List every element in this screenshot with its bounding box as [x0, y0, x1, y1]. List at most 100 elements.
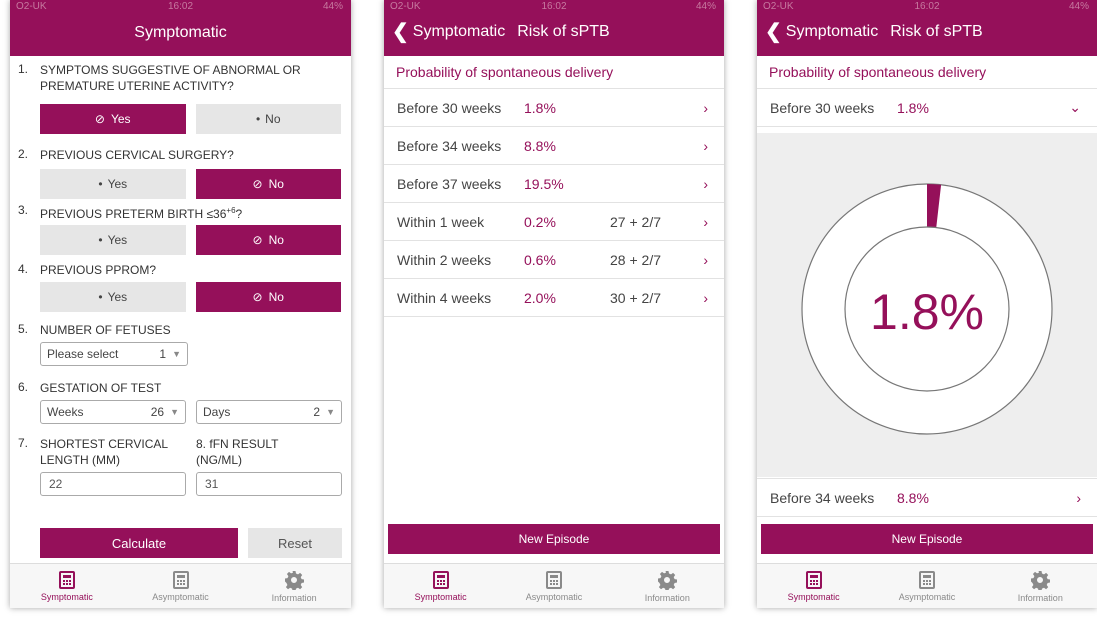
tab-label: Asymptomatic [525, 591, 583, 602]
calculator-icon [805, 570, 822, 589]
new-episode-button[interactable]: New Episode [761, 524, 1093, 554]
question-4: 4. PREVIOUS PPROM? • Yes ⊘ No [10, 260, 351, 318]
tab-asymptomatic[interactable]: Asymptomatic [870, 564, 983, 608]
risk-gauge: 1.8% [801, 183, 1053, 435]
tab-label: Information [271, 592, 317, 603]
battery-label: 44% [1068, 1, 1089, 12]
gear-icon [285, 570, 305, 590]
expanded-row[interactable]: Before 30 weeks 1.8% ⌄ [757, 89, 1097, 127]
back-button[interactable]: ❮ Symptomatic Risk of sPTB [765, 22, 983, 42]
question-text: 8. fFN RESULT (NG/ML) [196, 436, 306, 468]
check-icon: ⊘ [252, 290, 263, 304]
question-number: 1. [18, 62, 29, 76]
question-number: 8. [196, 437, 207, 451]
calculate-button[interactable]: Calculate [40, 528, 238, 558]
yes-button[interactable]: • Yes [40, 282, 186, 312]
row-label: Within 1 week [397, 213, 485, 230]
row-percent: 0.6% [524, 251, 556, 268]
tab-information[interactable]: Information [237, 564, 351, 608]
question-suffix: ? [235, 207, 243, 221]
no-button[interactable]: • No [195, 104, 341, 134]
check-icon: ⊘ [252, 177, 263, 191]
calculator-icon [545, 570, 562, 589]
calculator-icon [172, 570, 189, 589]
page-title: Symptomatic [134, 24, 227, 41]
no-button[interactable]: ⊘ No [195, 282, 341, 312]
back-label: Symptomatic [412, 23, 506, 40]
question-text: PREVIOUS CERVICAL SURGERY? [40, 148, 234, 162]
tab-label: Information [644, 592, 690, 603]
check-icon: ⊘ [94, 112, 105, 126]
tab-information[interactable]: Information [984, 564, 1097, 608]
row-label: Within 4 weeks [397, 289, 492, 306]
question-7-8: 7. SHORTEST CERVICAL LENGTH (MM) 8. fFN … [10, 436, 351, 500]
question-text-main: fFN RESULT (NG/ML) [196, 437, 279, 467]
tab-asymptomatic[interactable]: Asymptomatic [497, 564, 610, 608]
risk-row[interactable]: Within 1 week 0.2% 27 + 2/7 › [384, 203, 724, 241]
row-label: Before 37 weeks [397, 175, 502, 192]
select-placeholder: Please select [47, 347, 119, 361]
row-percent: 0.2% [524, 213, 556, 230]
risk-row[interactable]: Within 2 weeks 0.6% 28 + 2/7 › [384, 241, 724, 279]
nav-bar: Symptomatic [10, 14, 351, 56]
calculator-icon [58, 570, 75, 589]
tab-asymptomatic[interactable]: Asymptomatic [124, 564, 238, 608]
question-text: GESTATION OF TEST [40, 381, 162, 395]
question-2: 2. PREVIOUS CERVICAL SURGERY? • Yes ⊘ No [10, 136, 351, 199]
question-number: 5. [18, 322, 29, 336]
question-number: 3. [18, 203, 29, 217]
risk-row[interactable]: Before 34 weeks 8.8% › [384, 127, 724, 165]
yes-button[interactable]: • Yes [40, 169, 186, 199]
back-label: Symptomatic [785, 23, 879, 40]
gear-icon [658, 570, 678, 590]
ffn-result-input[interactable]: 31 [196, 472, 342, 496]
chevron-right-icon: › [703, 251, 708, 268]
yes-button[interactable]: • Yes [40, 225, 186, 255]
tab-label: Symptomatic [40, 591, 93, 602]
chevron-right-icon: › [703, 175, 708, 192]
tab-symptomatic[interactable]: Symptomatic [10, 564, 124, 608]
question-text: NUMBER OF FETUSES [40, 323, 171, 337]
status-bar: O2-UK 16:02 44% [10, 0, 351, 14]
days-select[interactable]: Days 2 ▼ [196, 400, 342, 424]
no-button[interactable]: ⊘ No [195, 169, 341, 199]
weeks-value: 26 [150, 405, 165, 419]
risk-row[interactable]: Before 37 weeks 19.5% › [384, 165, 724, 203]
risk-row[interactable]: Before 34 weeks 8.8% › [757, 478, 1097, 517]
question-6: 6. GESTATION OF TEST Weeks 26 ▼ Days 2 ▼ [10, 376, 351, 436]
row-percent: 1.8% [897, 99, 929, 116]
yes-button[interactable]: ⊘ Yes [40, 104, 186, 134]
row-label: Before 30 weeks [397, 99, 502, 116]
no-button[interactable]: ⊘ No [195, 225, 341, 255]
gauge-panel: 1.8% [757, 133, 1097, 477]
days-value: 2 [313, 405, 321, 419]
tab-information[interactable]: Information [611, 564, 724, 608]
chevron-right-icon: › [703, 137, 708, 154]
risk-row[interactable]: Before 30 weeks 1.8% › [384, 89, 724, 127]
cervical-length-input[interactable]: 22 [40, 472, 186, 496]
question-5: 5. NUMBER OF FETUSES Please select 1 ▼ [10, 318, 351, 376]
tab-bar: Symptomatic Asymptomatic Information [757, 563, 1097, 608]
back-button[interactable]: ❮ Symptomatic Risk of sPTB [392, 22, 610, 42]
chevron-down-icon: ▼ [172, 349, 181, 359]
status-time: 16:02 [167, 1, 194, 12]
dot-icon: • [98, 177, 103, 191]
new-episode-button[interactable]: New Episode [388, 524, 720, 554]
status-time: 16:02 [914, 1, 940, 12]
weeks-select[interactable]: Weeks 26 ▼ [40, 400, 186, 424]
section-header: Probability of spontaneous delivery [757, 56, 1097, 89]
days-label: Days [203, 405, 231, 419]
phone-risk-detail: O2-UK 16:02 44% ❮ Symptomatic Risk of sP… [757, 0, 1097, 608]
tab-symptomatic[interactable]: Symptomatic [384, 564, 497, 608]
calculator-icon [432, 570, 449, 589]
superscript: +6 [226, 206, 236, 215]
chevron-down-icon: ⌄ [1069, 99, 1081, 115]
yes-label: Yes [107, 233, 128, 247]
risk-row[interactable]: Within 4 weeks 2.0% 30 + 2/7 › [384, 279, 724, 317]
row-gestation: 28 + 2/7 [610, 251, 661, 268]
tab-symptomatic[interactable]: Symptomatic [757, 564, 870, 608]
reset-button[interactable]: Reset [248, 528, 342, 558]
chevron-right-icon: › [703, 99, 708, 116]
fetuses-select[interactable]: Please select 1 ▼ [40, 342, 188, 366]
question-number: 7. [18, 436, 29, 450]
